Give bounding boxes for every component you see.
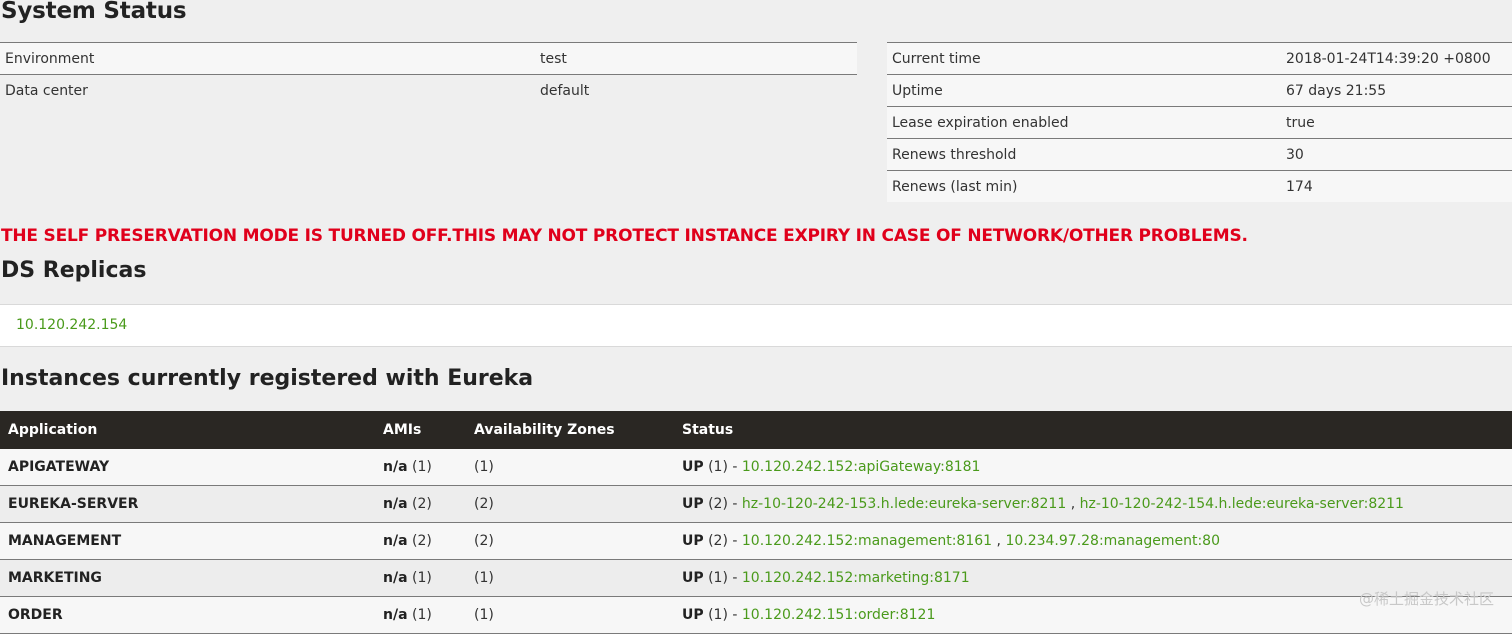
instance-link[interactable]: 10.120.242.152:marketing:8171 (742, 570, 970, 586)
status-count: (1) - (708, 459, 742, 475)
self-preservation-warning: THE SELF PRESERVATION MODE IS TURNED OFF… (1, 226, 1248, 246)
status-label: UP (682, 533, 704, 549)
app-name: MARKETING (8, 570, 102, 586)
status-label: UP (682, 496, 704, 512)
table-row: Lease expiration enabled true (887, 106, 1512, 139)
status-count: (2) - (708, 533, 742, 549)
zone-count: (1) (466, 559, 674, 597)
status-cell: UP (2) - hz-10-120-242-153.h.lede:eureka… (674, 485, 1512, 523)
environment-table: Environment test Data center default (0, 42, 857, 106)
replica-link[interactable]: 10.120.242.154 (16, 317, 127, 333)
environment-value: test (535, 42, 857, 75)
ami-count: (1) (411, 459, 432, 475)
table-row: Data center default (0, 74, 857, 106)
ds-replicas-list: 10.120.242.154 (0, 304, 1512, 347)
table-row: APIGATEWAY n/a (1) (1) UP (1) - 10.120.2… (0, 449, 1512, 486)
link-separator: , (1066, 496, 1080, 512)
instances-heading: Instances currently registered with Eure… (1, 366, 534, 391)
status-count: (1) - (708, 570, 742, 586)
lease-expiration-label: Lease expiration enabled (887, 106, 1281, 139)
link-separator: , (992, 533, 1006, 549)
ami-count: (2) (411, 533, 432, 549)
instance-link[interactable]: hz-10-120-242-153.h.lede:eureka-server:8… (742, 496, 1066, 512)
status-label: UP (682, 607, 704, 623)
table-row: Environment test (0, 42, 857, 75)
ami-value: n/a (383, 496, 408, 512)
table-row: MANAGEMENT n/a (2) (2) UP (2) - 10.120.2… (0, 522, 1512, 560)
current-time-value: 2018-01-24T14:39:20 +0800 (1281, 42, 1512, 75)
status-cell: UP (2) - 10.120.242.152:management:8161 … (674, 522, 1512, 560)
renews-last-min-label: Renews (last min) (887, 170, 1281, 202)
ami-value: n/a (383, 459, 408, 475)
app-name: ORDER (8, 607, 63, 623)
instance-link[interactable]: 10.120.242.152:management:8161 (742, 533, 992, 549)
renews-threshold-label: Renews threshold (887, 138, 1281, 171)
column-header-amis: AMIs (375, 411, 466, 449)
app-name: APIGATEWAY (8, 459, 110, 475)
table-row: Current time 2018-01-24T14:39:20 +0800 (887, 42, 1512, 75)
status-label: UP (682, 570, 704, 586)
status-info-table: Current time 2018-01-24T14:39:20 +0800 U… (887, 42, 1512, 202)
ami-value: n/a (383, 607, 408, 623)
instances-table: Application AMIs Availability Zones Stat… (0, 411, 1512, 634)
instance-link[interactable]: 10.120.242.151:order:8121 (742, 607, 935, 623)
column-header-application: Application (0, 411, 375, 449)
table-row: Uptime 67 days 21:55 (887, 74, 1512, 107)
ami-value: n/a (383, 533, 408, 549)
uptime-value: 67 days 21:55 (1281, 74, 1512, 107)
ami-value: n/a (383, 570, 408, 586)
status-count: (1) - (708, 607, 742, 623)
data-center-value: default (535, 74, 857, 106)
uptime-label: Uptime (887, 74, 1281, 107)
zone-count: (2) (466, 522, 674, 560)
zone-count: (1) (466, 449, 674, 486)
ami-count: (1) (411, 570, 432, 586)
zone-count: (2) (466, 485, 674, 523)
watermark: @稀土掘金技术社区 (1358, 590, 1494, 608)
instance-link[interactable]: 10.120.242.152:apiGateway:8181 (742, 459, 981, 475)
ami-count: (2) (411, 496, 432, 512)
instance-link[interactable]: hz-10-120-242-154.h.lede:eureka-server:8… (1080, 496, 1404, 512)
lease-expiration-value: true (1281, 106, 1512, 139)
renews-threshold-value: 30 (1281, 138, 1512, 171)
ami-count: (1) (411, 607, 432, 623)
instance-link[interactable]: 10.234.97.28:management:80 (1005, 533, 1220, 549)
table-row: Renews threshold 30 (887, 138, 1512, 171)
column-header-status: Status (674, 411, 1512, 449)
data-center-label: Data center (0, 74, 535, 106)
current-time-label: Current time (887, 42, 1281, 75)
column-header-availability-zones: Availability Zones (466, 411, 674, 449)
status-label: UP (682, 459, 704, 475)
table-header-row: Application AMIs Availability Zones Stat… (0, 411, 1512, 449)
table-row: MARKETING n/a (1) (1) UP (1) - 10.120.24… (0, 559, 1512, 597)
environment-label: Environment (0, 42, 535, 75)
app-name: MANAGEMENT (8, 533, 122, 549)
status-count: (2) - (708, 496, 742, 512)
app-name: EUREKA-SERVER (8, 496, 139, 512)
ds-replicas-heading: DS Replicas (1, 258, 147, 283)
renews-last-min-value: 174 (1281, 170, 1512, 202)
status-cell: UP (1) - 10.120.242.152:apiGateway:8181 (674, 449, 1512, 486)
table-row: EUREKA-SERVER n/a (2) (2) UP (2) - hz-10… (0, 485, 1512, 523)
table-row: Renews (last min) 174 (887, 170, 1512, 202)
system-status-heading: System Status (1, 0, 187, 24)
